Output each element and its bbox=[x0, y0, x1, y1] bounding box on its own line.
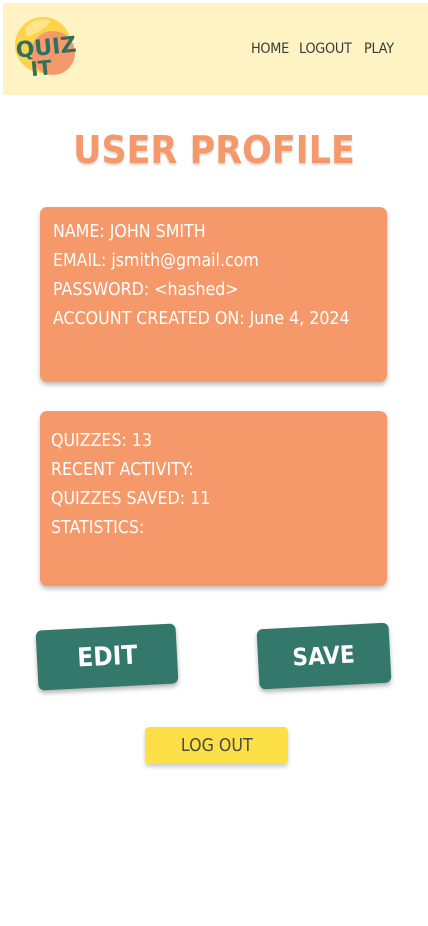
page-title: USER PROFILE bbox=[73, 128, 355, 172]
account-info-card: NAME: JOHN SMITH EMAIL: jsmith@gmail.com… bbox=[40, 207, 387, 382]
name-field: NAME: JOHN SMITH bbox=[53, 221, 206, 242]
statistics-label: STATISTICS: bbox=[51, 517, 145, 538]
logo-graphic: QUIZ IT bbox=[15, 17, 78, 81]
recent-activity-label: RECENT ACTIVITY: bbox=[51, 459, 194, 480]
edit-button[interactable]: EDIT bbox=[35, 623, 179, 691]
save-button-label: SAVE bbox=[292, 640, 356, 672]
svg-text:IT: IT bbox=[29, 55, 53, 81]
user-profile-page: QUIZ IT HOME LOGOUT PLAY USER PROFILE NA… bbox=[0, 0, 428, 926]
email-field: EMAIL: jsmith@gmail.com bbox=[53, 250, 259, 271]
top-nav: HOME LOGOUT PLAY bbox=[251, 41, 396, 57]
stats-card: QUIZZES: 13 RECENT ACTIVITY: QUIZZES SAV… bbox=[40, 411, 387, 586]
header-bar: QUIZ IT HOME LOGOUT PLAY bbox=[3, 3, 428, 95]
account-created-field: ACCOUNT CREATED ON: June 4, 2024 bbox=[53, 308, 350, 329]
nav-home-link[interactable]: HOME bbox=[251, 41, 289, 57]
quizzes-saved-count: QUIZZES SAVED: 11 bbox=[51, 488, 211, 509]
edit-button-label: EDIT bbox=[76, 640, 138, 674]
save-button[interactable]: SAVE bbox=[256, 622, 392, 690]
password-field: PASSWORD: <hashed> bbox=[53, 279, 239, 300]
nav-logout-link[interactable]: LOGOUT bbox=[299, 41, 352, 57]
quiz-it-logo[interactable]: QUIZ IT bbox=[13, 11, 79, 81]
nav-play-link[interactable]: PLAY bbox=[364, 41, 394, 57]
logout-button[interactable]: LOG OUT bbox=[145, 727, 288, 764]
quizzes-count: QUIZZES: 13 bbox=[51, 430, 153, 451]
logout-button-label: LOG OUT bbox=[180, 735, 253, 756]
